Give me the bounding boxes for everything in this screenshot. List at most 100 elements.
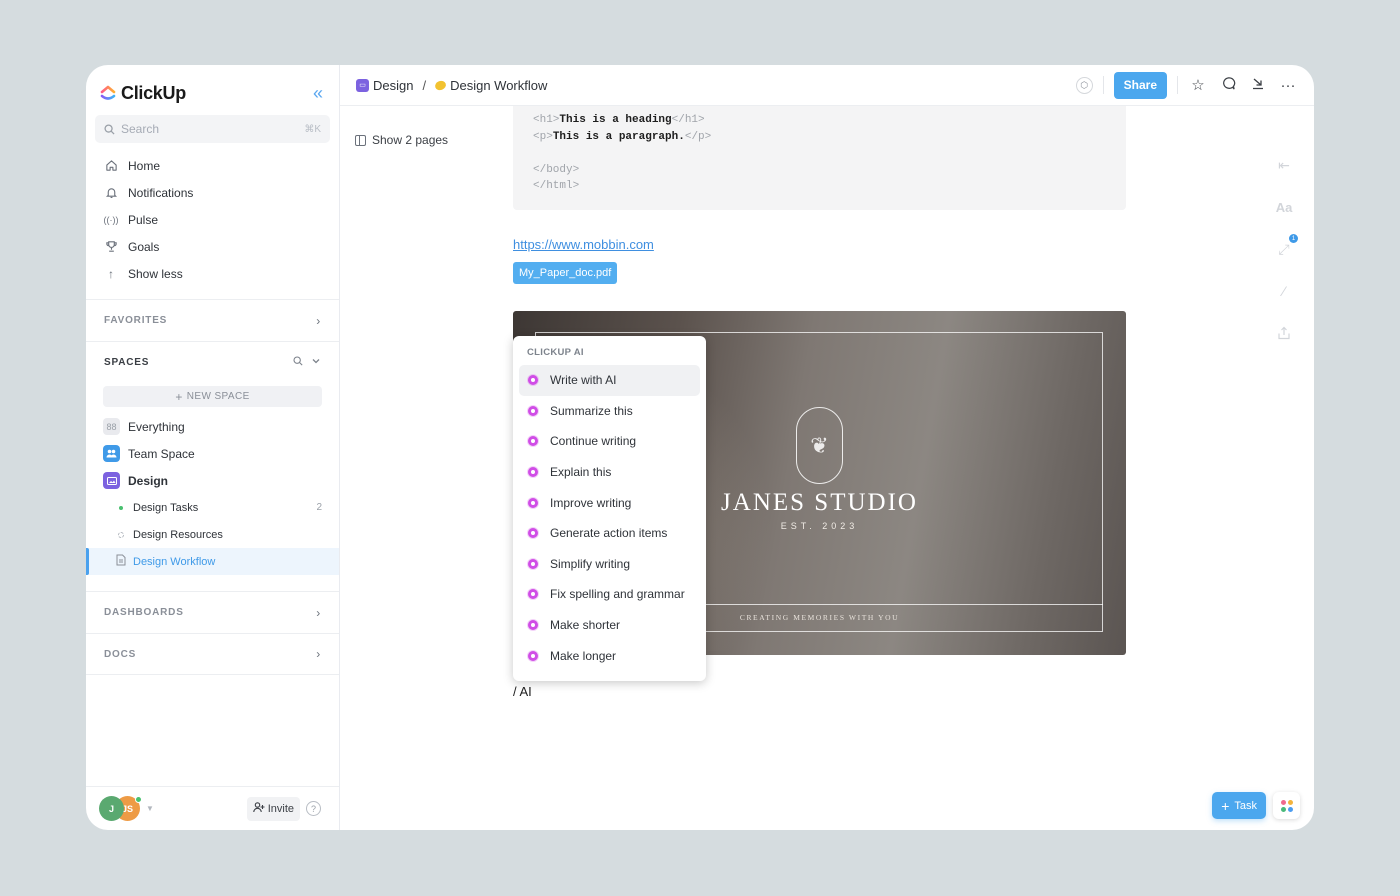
text-size-icon[interactable]: Aa [1274, 197, 1294, 217]
new-space-label: NEW SPACE [186, 391, 250, 402]
design-space-icon: ▭ [356, 78, 369, 92]
nav-item-home[interactable]: Home [86, 152, 339, 179]
ai-menu-item[interactable]: Explain this [519, 457, 700, 488]
studio-tagline: CREATING MEMORIES WITH YOU [739, 613, 900, 622]
ai-menu-item[interactable]: Generate action items [519, 518, 700, 549]
code-block[interactable]: <h1>This is a heading</h1> <p>This is a … [513, 106, 1126, 210]
file-attachment-chip[interactable]: My_Paper_doc.pdf [513, 262, 618, 284]
ai-menu-item[interactable]: Make shorter [519, 610, 700, 641]
app-dot [1280, 799, 1286, 805]
ai-menu-item-label: Improve writing [550, 495, 632, 510]
clickup-ai-menu: CLICKUP AI Write with AI Summarize this Co… [513, 336, 706, 681]
ai-menu-item[interactable]: Make longer [519, 640, 700, 671]
ai-sparkle-icon [528, 589, 538, 600]
list-item-design-resources[interactable]: Design Resources [86, 521, 339, 548]
magic-wand-icon[interactable]: ⁄ [1274, 281, 1294, 301]
share-button[interactable]: Share [1113, 71, 1167, 99]
space-item-design[interactable]: Design [86, 467, 339, 494]
search-input[interactable]: Search ⌘K [95, 115, 330, 143]
app-dot [1280, 806, 1286, 812]
collapse-panel-icon[interactable]: ⇤ [1274, 155, 1294, 175]
nav-item-show-less[interactable]: ↑ Show less [86, 260, 339, 287]
nav-item-notifications[interactable]: Notifications [86, 179, 339, 206]
show-pages-button[interactable]: Show 2 pages [355, 133, 448, 147]
relationships-icon[interactable]: ⤢ 1 [1274, 234, 1298, 259]
docs-section[interactable]: DOCS › [86, 633, 339, 675]
apps-grid-button[interactable] [1273, 792, 1300, 819]
mobbin-link[interactable]: https://www.mobbin.com [513, 237, 654, 252]
help-icon[interactable]: ? [306, 801, 321, 816]
ai-menu-item-label: Write with AI [550, 373, 617, 388]
collapse-sidebar-icon[interactable]: « [313, 83, 323, 104]
clickup-logo[interactable]: ClickUp [99, 83, 186, 104]
divider [1177, 76, 1178, 94]
code-tag: <h1> [533, 114, 560, 126]
more-options-icon[interactable]: ··· [1278, 77, 1298, 94]
ai-sparkle-icon [528, 528, 538, 539]
nav-item-pulse[interactable]: ((·)) Pulse [86, 206, 339, 233]
breadcrumb-design-workflow[interactable]: Design Workflow [433, 77, 548, 93]
ai-menu-item[interactable]: Continue writing [519, 426, 700, 457]
code-line: </body> [533, 162, 1106, 179]
ai-menu-item[interactable]: Write with AI [519, 365, 700, 396]
ai-menu-item-label: Summarize this [550, 403, 633, 418]
favorites-label: FAVORITES [104, 315, 168, 326]
star-icon[interactable]: ☆ [1188, 76, 1208, 94]
add-task-button[interactable]: + Task [1212, 792, 1266, 819]
sidebar: ClickUp « Search ⌘K Home Notifications (… [86, 65, 340, 830]
ai-menu-item[interactable]: Summarize this [519, 396, 700, 427]
grid-icon: 88 [103, 418, 120, 435]
nav-item-goals[interactable]: Goals [86, 233, 339, 260]
favorites-section[interactable]: FAVORITES › [86, 299, 339, 341]
code-line: <p>This is a paragraph.</p> [533, 129, 1106, 146]
topbar: ▭ Design / Design Workflow ⬡ Share ☆ ··· [340, 65, 1314, 106]
breadcrumb-label: Design [373, 77, 414, 93]
code-tag: </h1> [671, 114, 705, 126]
space-item-team-space[interactable]: Team Space [86, 440, 339, 467]
search-shortcut: ⌘K [304, 123, 321, 135]
app-dot [1287, 806, 1293, 812]
ai-menu-item[interactable]: Fix spelling and grammar [519, 579, 700, 610]
user-avatars[interactable]: J JS ▼ [99, 796, 154, 821]
ai-menu-item[interactable]: Improve writing [519, 487, 700, 518]
invite-button[interactable]: Invite [246, 796, 300, 821]
chevron-right-icon: › [316, 313, 321, 328]
tag-icon[interactable]: ⬡ [1075, 76, 1093, 94]
breadcrumb-label: Design Workflow [450, 77, 548, 93]
comment-icon[interactable] [1218, 76, 1238, 95]
new-space-button[interactable]: + NEW SPACE [103, 386, 322, 407]
nav-label: Notifications [128, 185, 194, 200]
share-export-icon[interactable] [1274, 323, 1294, 343]
collapse-to-corner-icon[interactable] [1248, 76, 1268, 94]
list-item-design-tasks[interactable]: Design Tasks 2 [86, 494, 339, 521]
invite-label: Invite [267, 802, 294, 815]
show-pages-label: Show 2 pages [372, 133, 449, 147]
slash-command-text[interactable]: / AI [513, 684, 532, 699]
code-tag: </p> [684, 130, 712, 143]
lemon-emoji-icon [433, 78, 448, 92]
ai-menu-item-label: Simplify writing [550, 556, 631, 571]
space-item-everything[interactable]: 88 Everything [86, 413, 339, 440]
breadcrumb-separator: / [422, 77, 427, 93]
dashboards-section[interactable]: DASHBOARDS › [86, 591, 339, 633]
nav-label: Pulse [128, 212, 159, 227]
code-tag: </html> [533, 180, 580, 192]
breadcrumb-design[interactable]: ▭ Design [356, 78, 413, 93]
pulse-icon: ((·)) [103, 214, 119, 225]
plus-icon: + [175, 389, 183, 404]
add-user-icon [252, 801, 265, 816]
ai-sparkle-icon [528, 467, 538, 478]
list-item-design-workflow[interactable]: Design Workflow [86, 548, 339, 575]
chevron-down-icon[interactable] [311, 356, 321, 369]
ai-menu-item[interactable]: Simplify writing [519, 549, 700, 580]
code-tag: <p> [533, 130, 553, 143]
dashboards-label: DASHBOARDS [104, 607, 184, 618]
search-spaces-icon[interactable] [293, 355, 303, 369]
app-dot [1287, 799, 1293, 805]
list-label: Design Workflow [133, 555, 216, 568]
nav-label: Home [128, 158, 161, 173]
ai-menu-item-label: Make longer [550, 648, 617, 663]
search-placeholder: Search [121, 122, 160, 136]
image-icon [103, 472, 120, 489]
